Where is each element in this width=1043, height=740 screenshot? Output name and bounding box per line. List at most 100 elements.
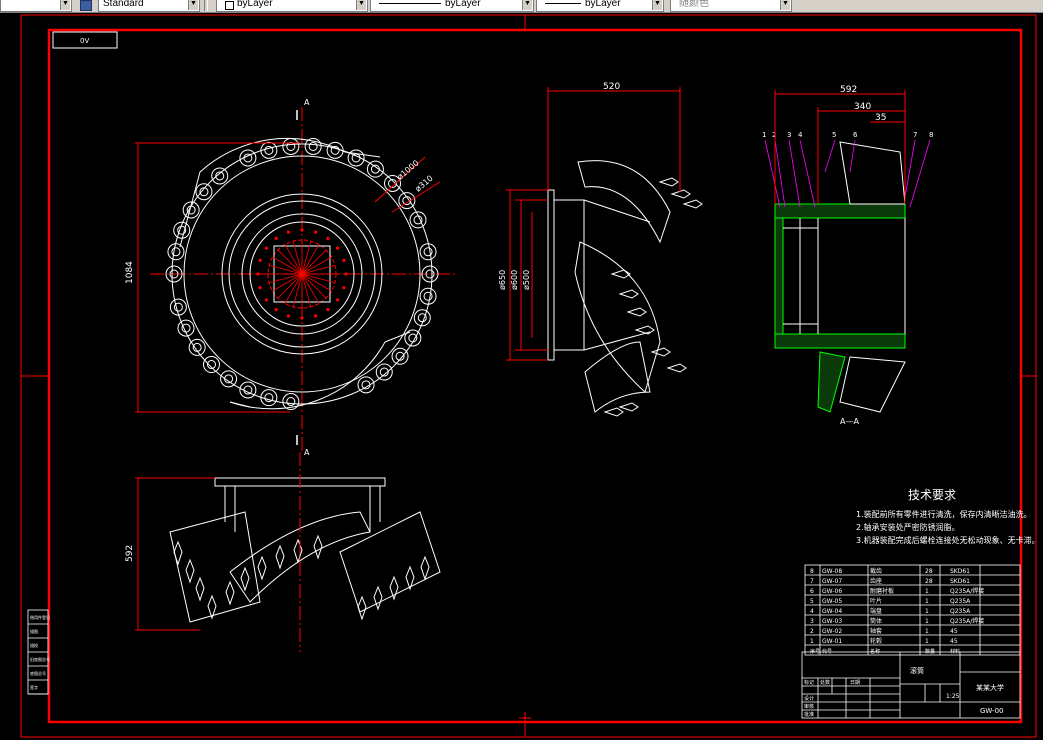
hub-bolt <box>342 285 346 290</box>
bom-cell-code: GW-05 <box>822 598 842 605</box>
hub-bolt <box>335 246 340 250</box>
section-mark-top: A <box>304 98 310 107</box>
chevron-down-icon[interactable]: ▼ <box>188 0 198 10</box>
bom-cell-qty: 28 <box>925 578 933 585</box>
top-tool-bits <box>173 534 430 621</box>
linetype-dropdown[interactable]: byLayer ▼ <box>370 0 534 12</box>
cutting-bit <box>618 402 639 412</box>
cutting-bit <box>275 544 285 570</box>
text-style-icon[interactable] <box>80 0 92 11</box>
hub-bolt <box>344 272 348 276</box>
cutting-bit <box>626 307 647 317</box>
holder-inner <box>423 247 433 257</box>
cutting-bit <box>225 580 235 606</box>
bom-cell-qty: 1 <box>925 608 929 615</box>
bom-cell-qty: 1 <box>925 588 929 595</box>
dim-520: 520 <box>603 82 620 92</box>
balloon-4: 4 <box>798 131 803 139</box>
cutting-bit <box>373 585 383 611</box>
hub-bolt <box>264 246 269 250</box>
layer-value: byLayer <box>237 0 273 9</box>
section-mark-bottom: A <box>304 448 310 457</box>
hub-bolt <box>258 285 262 290</box>
balloon-7: 7 <box>913 131 917 139</box>
side-view <box>547 160 671 413</box>
label-date: 日期 <box>850 680 860 686</box>
chevron-down-icon[interactable]: ▼ <box>60 0 70 10</box>
front-view <box>150 107 455 452</box>
chevron-down-icon[interactable]: ▼ <box>356 0 366 10</box>
holder-outer <box>195 183 213 201</box>
dim-d650: ø650 <box>498 270 507 290</box>
hub-bolt <box>286 230 291 234</box>
bom-cell-name: 齿座 <box>870 577 882 585</box>
hub-bolt <box>286 314 291 318</box>
layer-dropdown[interactable]: byLayer ▼ <box>216 0 368 12</box>
holder-inner <box>286 397 296 407</box>
bom-cell-code: GW-04 <box>822 608 842 615</box>
bom-cell-name: 截齿 <box>870 567 882 575</box>
plot-style-dropdown[interactable]: 随颜色 ▼ <box>670 0 792 12</box>
hub-bolt <box>274 236 278 241</box>
bom-cell-material: SKD61 <box>950 568 970 575</box>
holder-inner <box>413 215 423 225</box>
section-label: A—A <box>840 417 859 426</box>
section-dims <box>774 90 906 204</box>
bom-cell-qty: 1 <box>925 598 929 605</box>
layer-state-dropdown[interactable]: ▼ <box>0 0 72 12</box>
drawing-name: 滚筒 <box>910 666 924 675</box>
bom-cell-no: 1 <box>810 638 814 645</box>
bom-cell-material: Q235A/焊接 <box>950 587 984 595</box>
linetype-preview <box>379 3 441 4</box>
sheet-tag: 0V <box>80 37 89 45</box>
hub-bolt <box>258 258 262 263</box>
cutting-bit <box>240 566 250 592</box>
dim-d1000: ø1000 <box>396 158 421 181</box>
side-table-label: 签字 <box>30 684 38 690</box>
holder-outer <box>282 137 300 155</box>
hub-bolt <box>313 314 318 318</box>
holder-inner <box>243 385 253 395</box>
dim-340: 340 <box>854 102 871 112</box>
bom-cell-no: 5 <box>810 598 814 605</box>
text-style-value: Standard <box>103 0 144 9</box>
label-approve: 批准 <box>804 711 814 718</box>
holder-inner <box>264 145 274 155</box>
bom-cell-no: 8 <box>810 568 814 575</box>
bom-cell-material: Q235A <box>950 598 971 605</box>
holder-inner <box>181 323 191 333</box>
balloon-2: 2 <box>772 131 776 139</box>
cutting-bit <box>173 540 183 566</box>
side-table-label: 借用件登记 <box>30 614 50 620</box>
chevron-down-icon[interactable]: ▼ <box>780 0 790 10</box>
holder-outer <box>220 370 238 388</box>
holder-inner <box>286 141 296 151</box>
cutting-bit <box>682 199 703 209</box>
bom-cell-no: 4 <box>810 608 814 615</box>
drawing-canvas[interactable]: 0V 1084 ø1000 ø310 A A 520 ø650 ø600 ø50… <box>0 12 1043 740</box>
cutting-bit <box>634 325 655 335</box>
label-check: 审核 <box>804 703 814 710</box>
side-table-label: 底图总号 <box>30 670 46 676</box>
plot-style-value: 随颜色 <box>679 0 709 9</box>
balloon-5: 5 <box>832 131 836 139</box>
tech-item-2: 2.轴承安装处严密防锈润脂。 <box>856 522 960 532</box>
bom-cell-code: GW-02 <box>822 628 842 635</box>
cutting-bit <box>313 534 323 560</box>
lineweight-dropdown[interactable]: byLayer ▼ <box>536 0 664 12</box>
bom-cell-name: 轮毂 <box>870 637 882 645</box>
chevron-down-icon[interactable]: ▼ <box>522 0 532 10</box>
balloon-3: 3 <box>787 131 791 139</box>
bom-cell-no: 7 <box>810 578 814 585</box>
side-table: 借用件登记描图描校旧底图总号底图总号签字 <box>27 609 50 695</box>
hub-bolt <box>300 228 304 232</box>
cutting-bit <box>650 347 671 357</box>
bom-cell-qty: 1 <box>925 618 929 625</box>
chevron-down-icon[interactable]: ▼ <box>652 0 662 10</box>
outer-frame <box>20 14 1037 738</box>
lineweight-preview <box>545 3 581 4</box>
side-tool-bits <box>603 177 703 417</box>
cutting-bit <box>603 407 624 417</box>
side-table-label: 旧底图总号 <box>30 656 50 662</box>
text-style-dropdown[interactable]: Standard ▼ <box>98 0 200 12</box>
